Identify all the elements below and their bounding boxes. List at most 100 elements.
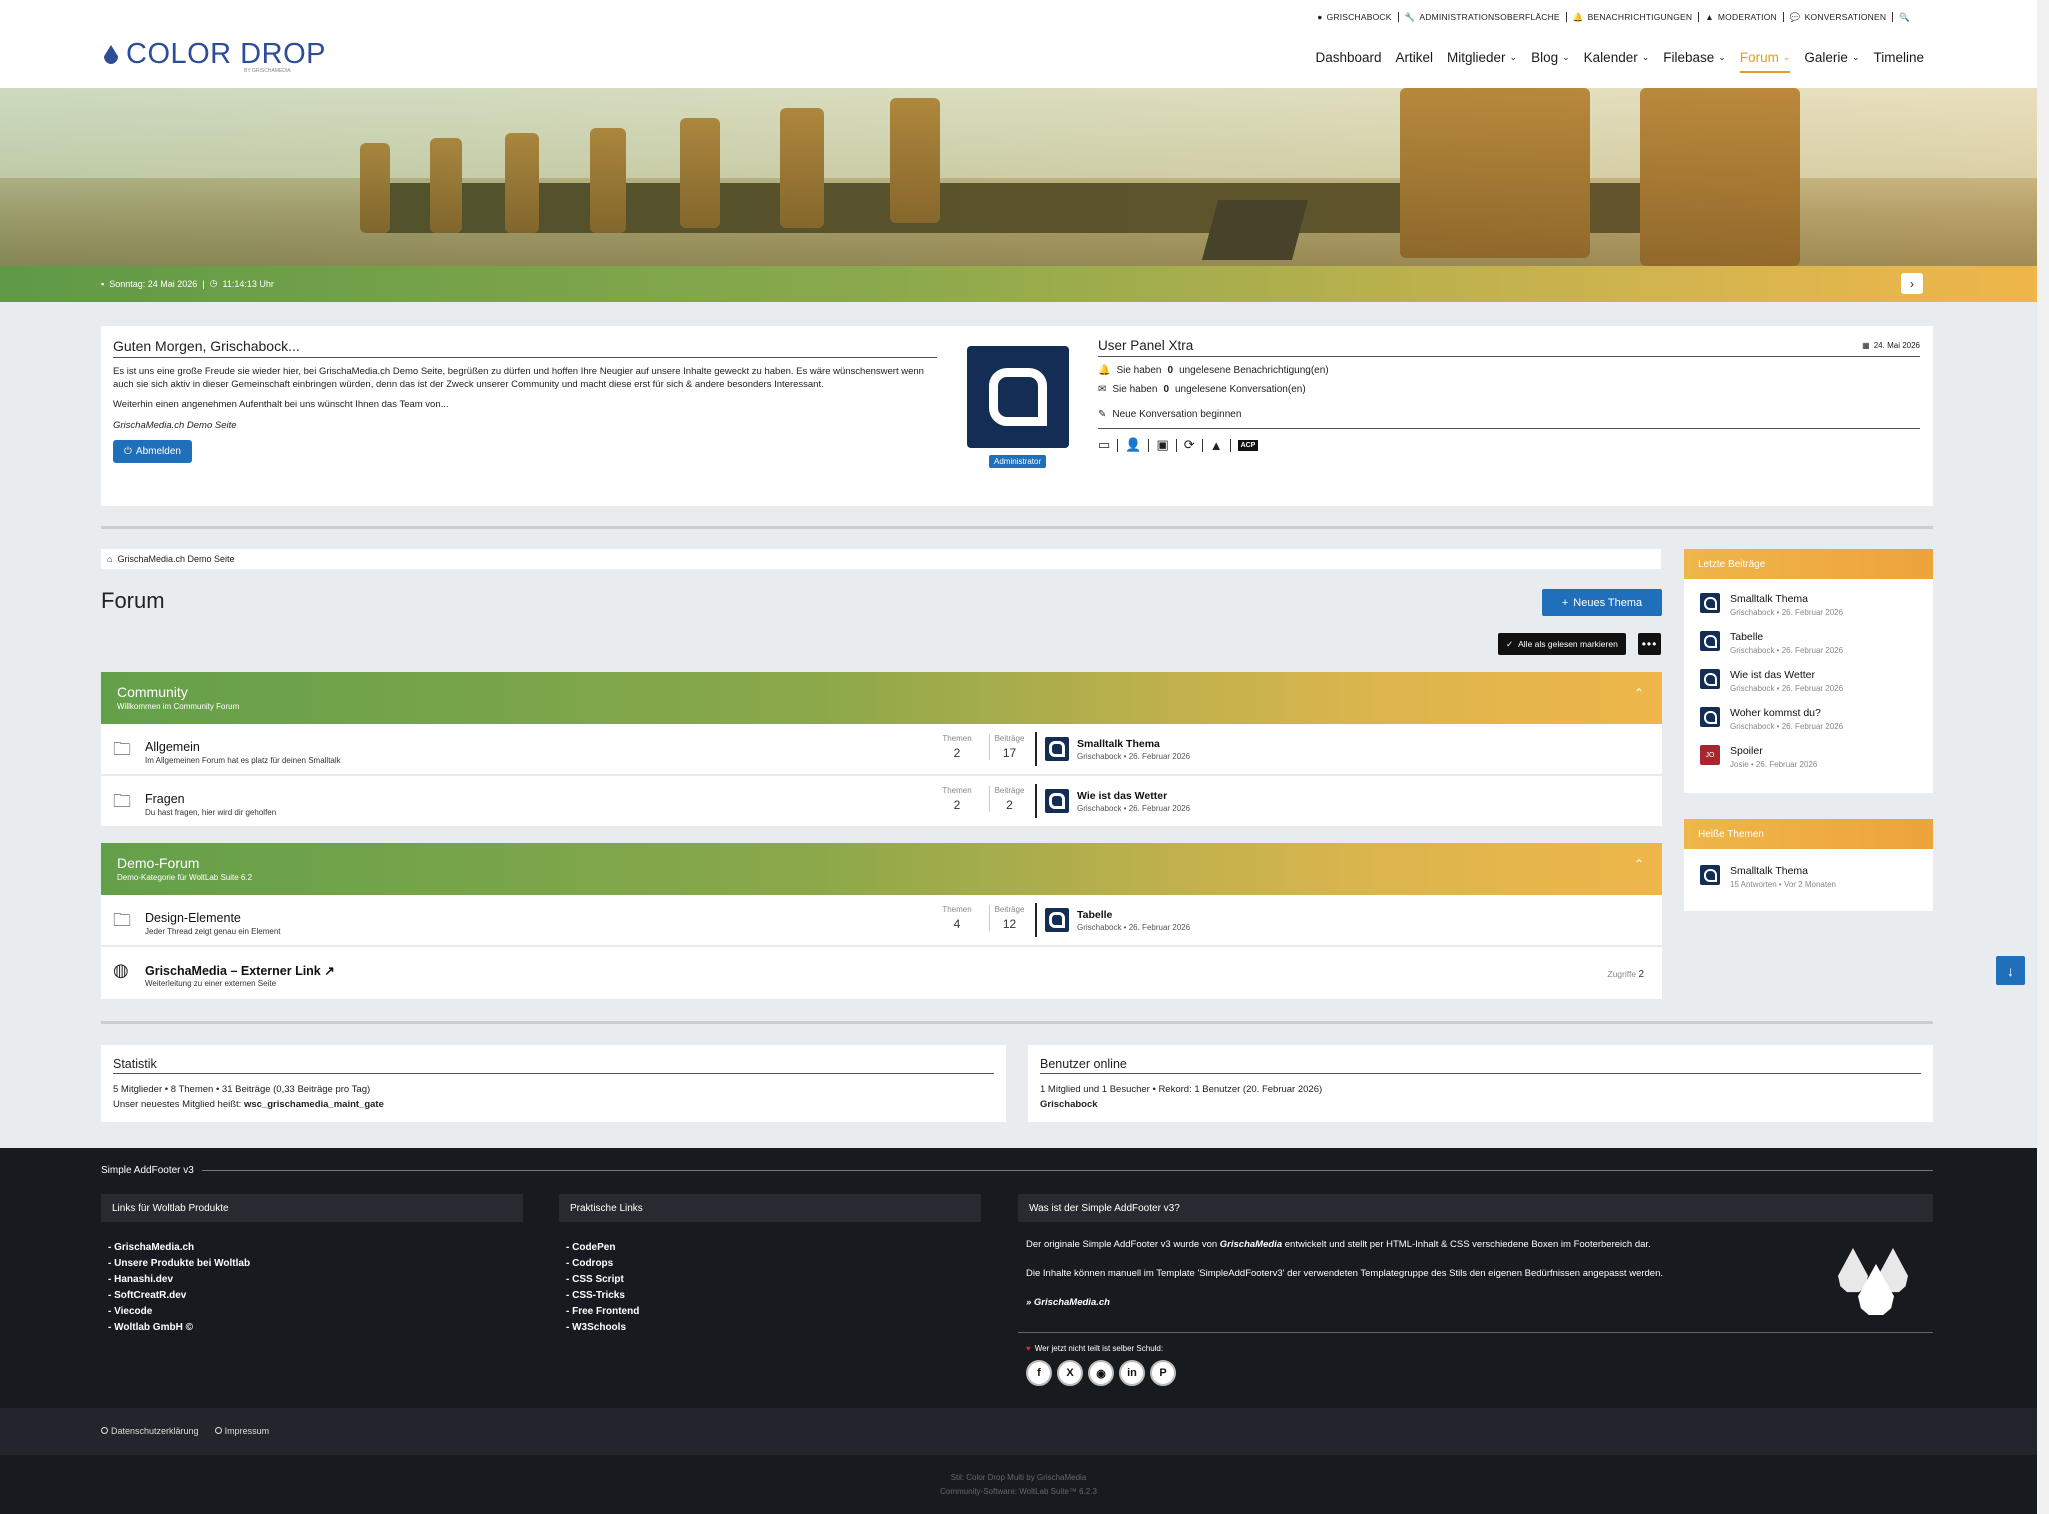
calendar-icon: ▪ — [101, 278, 105, 289]
acp-button[interactable]: ACP — [1237, 439, 1259, 451]
footer-links-practical: CodePen Codrops CSS Script CSS-Tricks Fr… — [566, 1240, 639, 1336]
search-button[interactable]: 🔍 — [1893, 12, 1916, 22]
board-name[interactable]: Allgemein — [145, 740, 200, 754]
footer-link[interactable]: CodePen — [566, 1240, 639, 1256]
footer-link[interactable]: W3Schools — [566, 1320, 639, 1336]
reddit-icon[interactable]: ◉ — [1088, 1360, 1114, 1386]
vertical-scrollbar[interactable] — [2037, 0, 2049, 1514]
hot-topics-box: Heiße Themen Smalltalk Thema 15 Antworten… — [1684, 819, 1933, 911]
chevron-up-icon[interactable]: ⌃ — [1634, 857, 1644, 871]
breadcrumb-link[interactable]: GrischaMedia.ch Demo Seite — [117, 554, 234, 564]
board-row[interactable]: 🗀 Allgemein Im Allgemeinen Forum hat es … — [101, 724, 1662, 776]
list-item[interactable]: Smalltalk Thema Grischabock • 26. Februar… — [1684, 585, 1933, 623]
notifications-link[interactable]: 🔔 BENACHRICHTIGUNGEN — [1567, 12, 1700, 22]
imprint-link[interactable]: Impressum — [215, 1426, 270, 1436]
last-post-meta: Grischabock • 26. Februar 2026 — [1077, 751, 1191, 761]
more-options-button[interactable]: ••• — [1638, 633, 1661, 655]
users-online-summary: 1 Mitglied und 1 Besucher • Rekord: 1 Be… — [1040, 1084, 1323, 1095]
new-thread-button[interactable]: + Neues Thema — [1542, 589, 1662, 616]
q-logo-icon — [1703, 634, 1717, 648]
share-text: Wer jetzt nicht teilt ist selber Schuld: — [1034, 1344, 1164, 1353]
board-row[interactable]: 🗀 Design-Elemente Jeder Thread zeigt gen… — [101, 895, 1662, 947]
nav-timeline[interactable]: Timeline — [1866, 50, 1931, 65]
external-link-icon: ↗ — [324, 964, 335, 978]
last-post-title[interactable]: Wie ist das Wetter — [1077, 790, 1190, 802]
linkedin-icon[interactable]: in — [1119, 1360, 1145, 1386]
board-name[interactable]: Design-Elemente — [145, 911, 241, 925]
id-card-icon[interactable]: ▭ — [1098, 437, 1110, 453]
new-conversation-link[interactable]: ✎ Neue Konversation beginnen — [1098, 409, 1920, 420]
board-row[interactable]: 🗀 Fragen Du hast fragen, hier wird dir g… — [101, 776, 1662, 828]
nav-blog[interactable]: Blog ⌄ — [1524, 50, 1577, 65]
footer-link[interactable]: CSS-Tricks — [566, 1288, 639, 1304]
q-logo-icon — [989, 368, 1047, 426]
list-item[interactable]: Woher kommst du? Grischabock • 26. Februa… — [1684, 699, 1933, 737]
facebook-icon[interactable]: f — [1026, 1360, 1052, 1386]
nav-filebase[interactable]: Filebase ⌄ — [1656, 50, 1733, 65]
bell-icon: 🔔 — [1572, 12, 1584, 22]
scroll-down-button[interactable]: ↓ — [1996, 956, 2025, 985]
notifications-row[interactable]: 🔔 Sie haben 0 ungelesene Benachrichtigung(e… — [1098, 365, 1920, 376]
heart-icon: ♥ — [1026, 1344, 1031, 1353]
image-icon[interactable]: ▣ — [1156, 437, 1168, 453]
avatar[interactable] — [1045, 789, 1069, 813]
list-item[interactable]: Tabelle Grischabock • 26. Februar 2026 — [1684, 623, 1933, 661]
online-user-link[interactable]: Grischabock — [1040, 1099, 1098, 1110]
header: ● GRISCHABOCK 🔧 ADMINISTRATIONSOBERFLÄCHE … — [0, 0, 2037, 88]
nav-kalender[interactable]: Kalender ⌄ — [1577, 50, 1657, 65]
moderation-link[interactable]: ▲ MODERATION — [1699, 12, 1784, 22]
nav-forum[interactable]: Forum ⌄ — [1733, 50, 1798, 73]
board-name[interactable]: Fragen — [145, 792, 185, 806]
footer-col-title: Praktische Links — [559, 1194, 981, 1222]
check-icon: ✓ — [1506, 638, 1514, 649]
next-slide-button[interactable]: › — [1901, 273, 1923, 294]
category-header[interactable]: Demo-Forum Demo-Kategorie für WoltLab Su… — [101, 843, 1662, 895]
footer-link[interactable]: Viecode — [108, 1304, 250, 1320]
chevron-up-icon[interactable]: ⌃ — [1634, 686, 1644, 700]
footer-link[interactable]: Free Frontend — [566, 1304, 639, 1320]
logout-button[interactable]: ⏻ Abmelden — [113, 440, 192, 463]
nav-mitglieder[interactable]: Mitglieder ⌄ — [1440, 50, 1524, 65]
footer-link[interactable]: Codrops — [566, 1256, 639, 1272]
avatar[interactable] — [967, 346, 1069, 448]
newest-member-link[interactable]: wsc_grischamedia_maint_gate — [244, 1099, 384, 1110]
warning-icon[interactable]: ▲ — [1210, 438, 1223, 453]
user-profile-link[interactable]: ● GRISCHABOCK — [1311, 12, 1399, 22]
footer-link[interactable]: GrischaMedia.ch — [108, 1240, 250, 1256]
plus-icon: + — [1561, 596, 1569, 609]
footer-brand-link[interactable]: GrischaMedia — [1220, 1239, 1282, 1250]
current-date: Sonntag: 24 Mai 2026 — [109, 278, 198, 289]
conversations-link[interactable]: 💬 KONVERSATIONEN — [1784, 12, 1894, 22]
footer-link[interactable]: SoftCreatR.dev — [108, 1288, 250, 1304]
external-link-row[interactable]: ◍ GrischaMedia – Externer Link ↗ Weiterl… — [101, 947, 1662, 999]
user-cog-icon[interactable]: 👤 — [1125, 437, 1141, 453]
list-item[interactable]: JO Spoiler Josie • 26. Februar 2026 — [1684, 737, 1933, 775]
category-header[interactable]: Community Willkommen im Community Forum … — [101, 672, 1662, 724]
date-info-bar: ▪ Sonntag: 24 Mai 2026 | ◷ 11:14:13 Uhr … — [0, 266, 2037, 302]
footer-link[interactable]: Unsere Produkte bei Woltlab — [108, 1256, 250, 1272]
mark-all-read-button[interactable]: ✓ Alle als gelesen markieren — [1498, 633, 1626, 655]
pinterest-icon[interactable]: P — [1150, 1360, 1176, 1386]
avatar[interactable] — [1045, 908, 1069, 932]
footer-link[interactable]: Hanashi.dev — [108, 1272, 250, 1288]
privacy-link[interactable]: Datenschutzerklärung — [101, 1426, 199, 1436]
conversations-row[interactable]: ✉ Sie haben 0 ungelesene Konversation(en) — [1098, 384, 1920, 395]
category-demo-forum: Demo-Forum Demo-Kategorie für WoltLab Su… — [101, 843, 1662, 999]
footer-link[interactable]: CSS Script — [566, 1272, 639, 1288]
footer-site-link[interactable]: » GrischaMedia.ch — [1026, 1296, 1826, 1310]
avatar[interactable] — [1045, 737, 1069, 761]
last-post-title[interactable]: Smalltalk Thema — [1077, 738, 1190, 750]
list-item[interactable]: Wie ist das Wetter Grischabock • 26. Febr… — [1684, 661, 1933, 699]
nav-galerie[interactable]: Galerie ⌄ — [1797, 50, 1866, 65]
x-icon[interactable]: X — [1057, 1360, 1083, 1386]
nav-dashboard[interactable]: Dashboard — [1308, 50, 1388, 65]
footer-link[interactable]: Woltlab GmbH © — [108, 1320, 250, 1336]
last-post-title[interactable]: Tabelle — [1077, 909, 1190, 921]
list-item[interactable]: Smalltalk Thema 15 Antworten • Vor 2 Mona… — [1684, 857, 1933, 895]
nav-artikel[interactable]: Artikel — [1389, 50, 1441, 65]
refresh-icon[interactable]: ⟳ — [1184, 437, 1195, 453]
acp-link[interactable]: 🔧 ADMINISTRATIONSOBERFLÄCHE — [1399, 12, 1567, 22]
hot-topics-title: Heiße Themen — [1684, 819, 1933, 849]
thread-count: Themen 2 — [942, 734, 972, 760]
site-logo[interactable]: COLOR DROP BY GRISCHAMEDIA — [104, 38, 326, 74]
